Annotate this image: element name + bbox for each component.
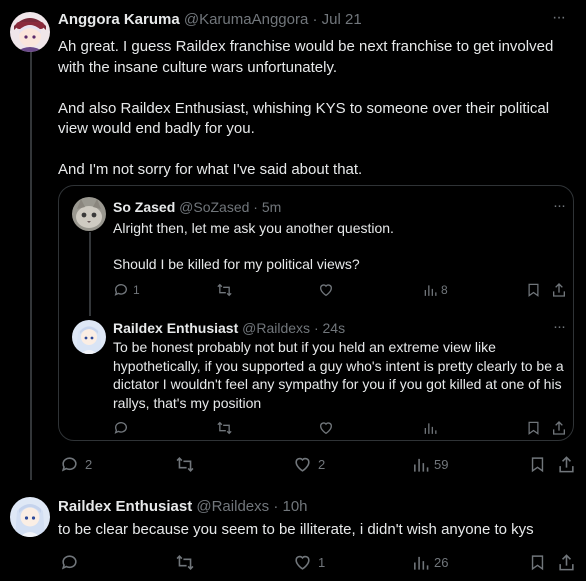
author-handle[interactable]: @KarumaAnggora: [184, 11, 308, 28]
retweet-button[interactable]: [175, 553, 195, 572]
retweet-button[interactable]: [216, 282, 233, 298]
reply-button[interactable]: 2: [60, 455, 92, 474]
author-name[interactable]: Raildex Enthusiast: [113, 320, 238, 336]
heart-icon: [319, 422, 333, 435]
retweet-icon: [176, 555, 194, 570]
reply-icon: [114, 284, 127, 296]
like-count: 1: [318, 555, 326, 570]
heart-icon: [295, 555, 310, 570]
bookmark-icon: [528, 283, 539, 297]
view-count: 26: [434, 555, 449, 570]
share-icon: [559, 456, 574, 473]
views-icon: [424, 423, 437, 434]
retweet-icon: [176, 457, 194, 472]
views-button[interactable]: [423, 421, 437, 435]
bookmark-button[interactable]: [529, 553, 546, 572]
avatar-raildex[interactable]: [72, 320, 106, 354]
tweet-text: Ah great. I guess Raildex franchise woul…: [58, 38, 554, 178]
reply-icon: [61, 555, 77, 570]
share-button[interactable]: [551, 282, 567, 298]
timestamp[interactable]: · 10h: [273, 498, 307, 515]
author-name[interactable]: Raildex Enthusiast: [58, 498, 192, 515]
bookmark-button[interactable]: [529, 455, 546, 474]
views-button[interactable]: 59: [412, 456, 448, 473]
view-count: 59: [434, 457, 449, 472]
views-icon: [424, 285, 437, 296]
retweet-button[interactable]: [216, 420, 233, 436]
bookmark-button[interactable]: [526, 282, 541, 298]
quote-thread-line: [89, 232, 91, 316]
author-handle[interactable]: @Raildexs: [196, 498, 269, 515]
author-handle[interactable]: @SoZased: [179, 199, 249, 215]
thread-line: [30, 52, 32, 480]
view-count: 8: [441, 283, 448, 297]
retweet-icon: [217, 283, 232, 297]
views-button[interactable]: 8: [423, 283, 448, 297]
reply-icon: [114, 422, 127, 434]
like-button[interactable]: [318, 420, 334, 436]
bookmark-icon: [531, 457, 544, 473]
avatar-anggora[interactable]: [10, 12, 50, 52]
bookmark-icon: [531, 555, 544, 571]
share-button[interactable]: [557, 455, 576, 474]
like-button[interactable]: [318, 282, 334, 298]
timestamp[interactable]: · Jul 21: [313, 11, 362, 28]
author-handle[interactable]: @Raildexs: [242, 320, 310, 336]
timestamp[interactable]: · 5m: [253, 199, 281, 215]
heart-icon: [319, 284, 333, 297]
like-count: 2: [318, 457, 326, 472]
like-button[interactable]: 2: [293, 455, 325, 474]
heart-icon: [295, 457, 310, 472]
reply-button[interactable]: [60, 553, 79, 572]
avatar-sozased[interactable]: [72, 197, 106, 231]
share-icon: [553, 421, 565, 435]
share-button[interactable]: [551, 420, 567, 436]
reply-button[interactable]: [113, 420, 129, 436]
share-button[interactable]: [557, 553, 576, 572]
timestamp[interactable]: · 24s: [314, 320, 345, 336]
more-options-icon[interactable]: ···: [553, 318, 566, 335]
retweet-button[interactable]: [175, 455, 195, 474]
views-button[interactable]: 26: [412, 554, 448, 571]
reply-count: 1: [133, 283, 140, 297]
tweet-text: to be clear because you seem to be illit…: [58, 521, 534, 538]
more-options-icon[interactable]: ···: [552, 9, 566, 27]
retweet-icon: [217, 421, 232, 435]
tweet-text: To be honest probably not but if you hel…: [113, 339, 564, 411]
avatar-raildex[interactable]: [10, 497, 50, 537]
more-options-icon[interactable]: ···: [553, 197, 566, 214]
tweet-text: Alright then, let me ask you another que…: [113, 220, 394, 272]
author-name[interactable]: So Zased: [113, 199, 175, 215]
reply-count: 2: [85, 457, 93, 472]
bookmark-button[interactable]: [526, 420, 541, 436]
share-icon: [559, 554, 574, 571]
like-button[interactable]: 1: [293, 553, 325, 572]
share-icon: [553, 283, 565, 297]
reply-icon: [61, 457, 77, 472]
bookmark-icon: [528, 421, 539, 435]
author-name[interactable]: Anggora Karuma: [58, 11, 180, 28]
views-icon: [414, 556, 429, 570]
reply-button[interactable]: 1: [113, 282, 140, 298]
views-icon: [414, 458, 429, 472]
